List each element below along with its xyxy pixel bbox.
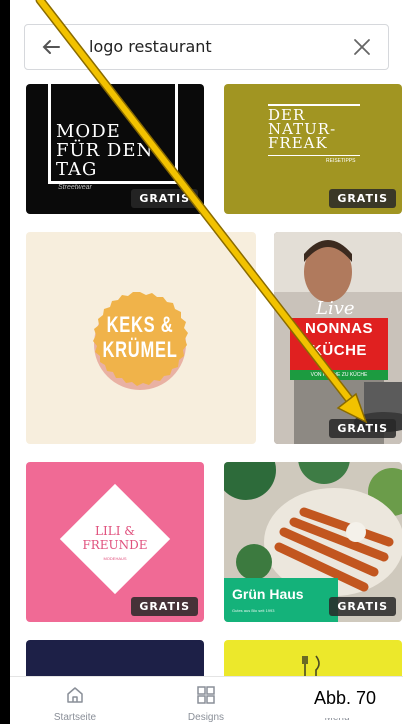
tile-title: KEKS & KRÜMEL: [101, 312, 179, 362]
title-line: FÜR DEN: [56, 140, 154, 161]
title-line: NONNAS: [304, 320, 373, 337]
tile-subtitle: VON KÜCHE ZU KÜCHE: [290, 370, 388, 380]
title-line: FREUNDE: [82, 538, 148, 552]
title-line: KÜCHE: [311, 342, 367, 359]
home-icon: [67, 687, 83, 703]
nav-item-home[interactable]: Startseite: [10, 677, 140, 724]
template-tile-gruen-haus[interactable]: Grün Haus Gutes aus Bio seit 1993 GRATIS: [224, 462, 402, 622]
tile-subtitle: Streetwear: [58, 184, 92, 191]
gratis-badge: GRATIS: [131, 189, 198, 208]
title-line: KEKS &: [106, 312, 174, 337]
template-tile-nonnas-kueche[interactable]: Live NONNAS KÜCHE VON KÜCHE ZU KÜCHE GRA…: [274, 232, 402, 444]
search-input[interactable]: logo restaurant: [89, 37, 212, 56]
title-block: Grün Haus Gutes aus Bio seit 1993: [224, 578, 338, 622]
gratis-badge: GRATIS: [131, 597, 198, 616]
tile-subtitle: REISETIPPS: [326, 158, 356, 164]
title-block: NONNAS KÜCHE: [290, 318, 388, 370]
tile-title: Grün Haus: [232, 586, 304, 602]
search-bar[interactable]: logo restaurant: [24, 24, 389, 70]
title-line: KRÜMEL: [102, 337, 178, 362]
close-icon[interactable]: [352, 37, 372, 57]
tile-title: DER NATUR- FREAK: [268, 108, 336, 152]
template-tile-keks-kruemel[interactable]: KEKS & KRÜMEL: [26, 232, 256, 444]
title-line: MODE: [56, 121, 121, 142]
nav-label: Startseite: [53, 712, 97, 723]
grid-icon: [197, 686, 215, 704]
tile-subtitle: Gutes aus Bio seit 1993: [232, 608, 275, 613]
title-line: TAG: [56, 159, 98, 180]
nav-item-designs[interactable]: Designs: [141, 677, 271, 724]
tile-script-title: Live: [316, 298, 355, 319]
title-line: LILI &: [95, 524, 135, 538]
gratis-badge: GRATIS: [329, 597, 396, 616]
divider: [268, 155, 360, 156]
gratis-badge: GRATIS: [329, 189, 396, 208]
tile-title: LILI & FREUNDE: [56, 524, 174, 552]
tile-title: MODE FÜR DEN TAG: [56, 122, 153, 179]
nav-label: Designs: [187, 712, 225, 723]
back-arrow-icon[interactable]: [41, 37, 61, 57]
template-tile-naturfreak[interactable]: DER NATUR- FREAK REISETIPPS GRATIS: [224, 84, 402, 214]
template-tile-lili-freunde[interactable]: LILI & FREUNDE MODEHAUS GRATIS: [26, 462, 204, 622]
template-tile-mode[interactable]: MODE FÜR DEN TAG Streetwear GRATIS: [26, 84, 204, 214]
search-header: logo restaurant: [10, 0, 403, 84]
figure-caption: Abb. 70: [296, 678, 394, 718]
title-line: FREAK: [268, 134, 328, 152]
app-screen: logo restaurant MODE FÜR DEN TAG Streetw…: [10, 0, 403, 724]
tile-subtitle: MODEHAUS: [103, 556, 127, 561]
gratis-badge: GRATIS: [329, 419, 396, 438]
